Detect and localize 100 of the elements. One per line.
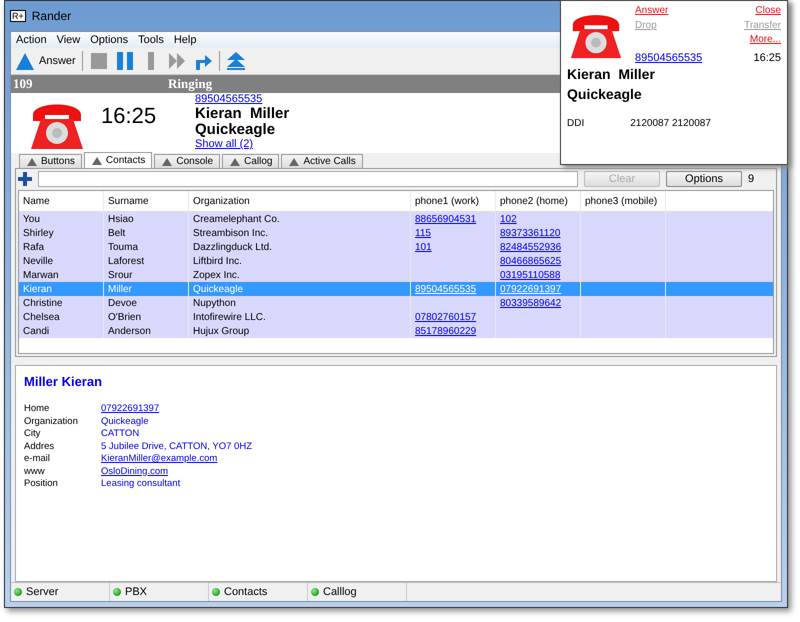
table-cell: Srour (108, 270, 132, 280)
triangle-icon (229, 156, 242, 166)
popup-link[interactable]: Answer (635, 4, 668, 19)
table-cell: Marwan (23, 270, 59, 280)
table-cell: O'Brien (108, 312, 142, 322)
add-icon[interactable] (18, 172, 32, 186)
column-header[interactable]: Surname (104, 191, 189, 211)
contact-row[interactable]: Shirley Belt Streambison Inc. 115 89373361120 (19, 226, 773, 240)
ddi-label: DDI (567, 118, 584, 129)
table-cell: Nupython (193, 298, 236, 308)
phone-link[interactable]: 89504565535 (635, 52, 702, 64)
table-cell: Hsiao (108, 214, 134, 224)
table-cell: Rafa (23, 242, 44, 252)
menu-item[interactable]: Help (168, 34, 202, 46)
column-header[interactable]: Name (19, 191, 104, 211)
table-cell: You (23, 214, 40, 224)
pause-icon[interactable] (114, 51, 135, 71)
field-link[interactable]: KieranMiller@example.com (101, 453, 218, 466)
table-cell: Touma (108, 242, 138, 252)
triangle-icon (288, 156, 300, 166)
phone-link[interactable]: 85178960229 (415, 326, 476, 336)
search-field[interactable] (38, 171, 578, 187)
phone-link[interactable]: 88656904531 (415, 214, 476, 224)
table-cell: Kieran (23, 284, 52, 294)
ddi-value: 2120087 2120087 (630, 118, 711, 129)
field-label: www (24, 466, 46, 478)
options-button[interactable]: Options (666, 171, 742, 187)
table-cell: Anderson (108, 326, 151, 336)
column-header[interactable]: Organization (189, 191, 411, 211)
contact-title: Miller Kieran (24, 374, 104, 389)
phone-link[interactable]: 07802760157 (415, 312, 476, 322)
table-cell: Neville (23, 256, 54, 266)
menu-item[interactable]: Action (11, 34, 52, 46)
field-label: Addres (24, 440, 56, 453)
tab[interactable]: Contacts (84, 152, 152, 168)
table-cell: Candi (23, 326, 50, 336)
column-header[interactable]: phone3 (mobile) (581, 191, 666, 211)
phone-link[interactable]: 80339589642 (500, 298, 562, 308)
contact-row[interactable]: You Hsiao Creamelephant Co. 88656904531 102 (19, 212, 773, 226)
phone-link[interactable]: 82484552936 (500, 242, 562, 252)
call-time: 16:25 (101, 103, 158, 129)
line-number: 109 (12, 76, 34, 92)
contact-row[interactable]: Marwan Srour Zopex Inc. 03195110588 (19, 268, 773, 282)
contact-row[interactable]: Chelsea O'Brien Intofirewire LLC. 07802760157 (19, 310, 773, 324)
contact-row[interactable]: Candi Anderson Hujux Group 85178960229 (19, 324, 773, 338)
status-dot (113, 588, 121, 596)
caller-company: Quickeagle (567, 85, 643, 104)
tab[interactable]: Callog (222, 154, 280, 168)
menu-item[interactable]: View (52, 34, 86, 46)
up-icon[interactable] (226, 51, 246, 71)
show-all-link[interactable]: Show all (2) (195, 138, 290, 151)
field-label: Home (24, 403, 50, 416)
status-label: PBX (125, 586, 148, 598)
phone-link[interactable]: 101 (415, 242, 432, 252)
table-cell: Laforest (108, 256, 144, 266)
status-dot (212, 588, 220, 596)
popup-link[interactable]: Close (755, 4, 781, 19)
status-label: Contacts (224, 586, 268, 598)
phone-link[interactable]: 80466865625 (500, 256, 562, 266)
column-header[interactable]: phone2 (home) (496, 191, 581, 211)
field-link[interactable]: 07922691397 (101, 403, 160, 416)
phone-link[interactable]: 89504565535 (195, 93, 290, 106)
field-link[interactable]: OsloDining.com (101, 466, 168, 478)
caller-name: Kieran Miller (567, 65, 656, 84)
app-logo: R+ (10, 10, 26, 22)
phone-link[interactable]: 89373361120 (500, 228, 560, 238)
table-cell: Devoe (108, 298, 137, 308)
contact-row[interactable]: Christine Devoe Nupython 80339589642 (19, 296, 773, 310)
table-cell: Quickeagle (193, 284, 244, 294)
phone-link[interactable]: 102 (500, 214, 517, 224)
table-cell: Liftbird Inc. (193, 256, 242, 266)
triangle-icon (90, 156, 103, 166)
call-time: 16:25 (753, 52, 781, 64)
triangle-icon (26, 156, 38, 166)
contact-row[interactable]: Rafa Touma Dazzlingduck Ltd. 101 82484552936 (19, 240, 773, 254)
table-cell: Chelsea (23, 312, 60, 322)
answer-icon[interactable] (15, 51, 35, 71)
field-label: e-mail (24, 453, 51, 466)
field-label: City (24, 428, 42, 440)
menu-item[interactable]: Options (85, 34, 134, 46)
status-dot (14, 588, 22, 596)
tab[interactable]: Buttons (19, 154, 82, 168)
caller-company: Quickeagle (195, 122, 276, 138)
answer-button[interactable]: Answer (15, 51, 76, 71)
field-label: Organization (24, 416, 79, 428)
field-label: Position (24, 478, 59, 490)
table-cell: Christine (23, 298, 62, 308)
table-cell: Belt (108, 228, 126, 238)
phone-link[interactable]: 03195110588 (500, 270, 560, 280)
phone-link[interactable]: 115 (415, 228, 431, 238)
popup-link[interactable]: More... (750, 33, 781, 48)
status-label: Calllog (323, 586, 357, 598)
menu-item[interactable]: Tools (133, 34, 169, 46)
call-status: Ringing (168, 76, 212, 92)
tab[interactable]: Console (154, 154, 220, 168)
contact-row[interactable]: Neville Laforest Liftbird Inc. 80466865625 (19, 254, 773, 268)
contact-count: 9 (748, 173, 756, 185)
column-header[interactable]: phone1 (work) (411, 191, 496, 211)
table-cell: Hujux Group (193, 326, 250, 336)
tab[interactable]: Active Calls (281, 154, 363, 168)
